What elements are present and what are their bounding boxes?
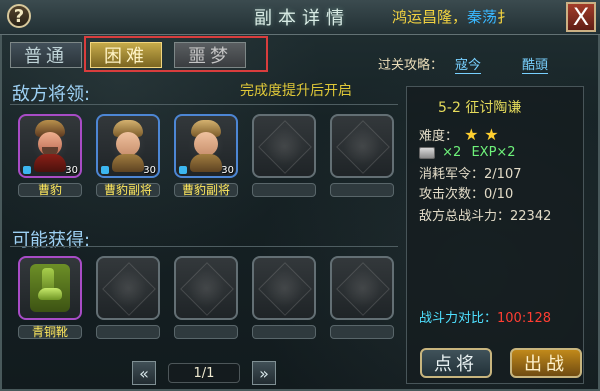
double-right-icon: »	[259, 363, 269, 383]
power-compare-line: 战斗力对比：100:128	[419, 307, 551, 326]
battle-button[interactable]: 出战	[510, 348, 582, 378]
guide-label: 过关攻略：	[378, 58, 444, 73]
difficulty-label: 难度：	[419, 129, 459, 144]
close-button[interactable]: X	[566, 2, 596, 32]
banner-prefix: 鸿运昌隆，	[392, 8, 468, 26]
reward-name-3	[174, 325, 238, 339]
enemy-name-3: 曹豹副将	[174, 183, 238, 197]
reward-card-1[interactable]	[18, 256, 82, 320]
page-indicator: 1/1	[168, 363, 240, 383]
reward-multiplier-line: ×2 EXP×2	[419, 145, 516, 160]
double-left-icon: «	[139, 363, 149, 383]
cost-line: 消耗军令：2/107	[419, 163, 521, 182]
reward-card-4	[252, 256, 316, 320]
enemy-level-1: 30	[65, 165, 78, 176]
enemy-card-3[interactable]: 30	[174, 114, 238, 178]
reward-card-2	[96, 256, 160, 320]
attack-count-label: 攻击次数：	[419, 187, 485, 202]
enemy-level-2: 30	[143, 165, 156, 176]
enemy-card-1[interactable]: 30	[18, 114, 82, 178]
stage-title: 5-2 征讨陶谦	[438, 100, 522, 116]
enemy-name-4	[252, 183, 316, 197]
star-icon: ★	[484, 125, 499, 144]
enemy-power-label: 敌方总战斗力：	[419, 209, 511, 224]
reward-name-4	[252, 325, 316, 339]
enemy-card-2[interactable]: 30	[96, 114, 160, 178]
enemy-name-1: 曹豹	[18, 183, 82, 197]
cost-value: 2/107	[484, 167, 522, 182]
enemy-level-3: 30	[221, 165, 234, 176]
attack-count-value: 0/10	[484, 187, 514, 202]
prev-page-button[interactable]: «	[132, 361, 156, 385]
enemy-power-line: 敌方总战斗力：22342	[419, 205, 551, 224]
banner-name: 秦荡	[467, 8, 498, 26]
reward-card-3	[174, 256, 238, 320]
unit-type-icon	[23, 166, 31, 174]
power-compare-value: 100:128	[497, 311, 552, 326]
recruit-button[interactable]: 点将	[420, 348, 492, 378]
enemy-card-5	[330, 114, 394, 178]
help-icon: ?	[13, 5, 25, 27]
unit-type-icon	[179, 166, 187, 174]
reward-divider	[10, 246, 398, 247]
reward-name-5	[330, 325, 394, 339]
tab-nightmare[interactable]: 噩梦	[174, 42, 246, 68]
enemy-name-5	[330, 183, 394, 197]
page-title: 副本详情	[254, 8, 350, 29]
exp-multiplier: EXP×2	[471, 145, 516, 160]
reward-name-1: 青铜靴	[18, 325, 82, 339]
difficulty-line: 难度： ★ ★	[419, 125, 499, 145]
star-icon: ★	[464, 125, 479, 144]
equipment-multiplier: ×2	[442, 145, 462, 160]
enemy-generals-title: 敌方将领:	[12, 84, 91, 105]
reward-name-2	[96, 325, 160, 339]
close-icon: X	[572, 3, 590, 31]
banner-suffix: 扌	[497, 8, 513, 26]
reward-card-5	[330, 256, 394, 320]
stage-info-panel: 5-2 征讨陶谦 难度： ★ ★ ×2 EXP×2 消耗军令：2/107 攻击次…	[406, 86, 584, 384]
possible-rewards-title: 可能获得:	[12, 230, 91, 251]
unlock-notice: 完成度提升后开启	[240, 83, 352, 99]
enemy-card-4	[252, 114, 316, 178]
enemy-divider	[10, 104, 398, 105]
enemy-power-value: 22342	[510, 209, 552, 224]
next-page-button[interactable]: »	[252, 361, 276, 385]
guide-link-2[interactable]: 酷頭	[522, 54, 549, 74]
help-button[interactable]: ?	[7, 4, 31, 28]
tab-normal[interactable]: 普通	[10, 42, 82, 68]
tab-hard[interactable]: 困难	[90, 42, 162, 68]
power-compare-label: 战斗力对比：	[419, 311, 498, 326]
enemy-name-2: 曹豹副将	[96, 183, 160, 197]
attack-count-line: 攻击次数：0/10	[419, 183, 513, 202]
guide-link-1[interactable]: 寇今	[455, 54, 482, 74]
cost-label: 消耗军令：	[419, 167, 485, 182]
scrolling-banner: 鸿运昌隆，秦荡扌	[392, 6, 560, 26]
unit-type-icon	[101, 166, 109, 174]
bronze-boots-icon	[30, 264, 70, 312]
reward-pager: « 1/1 »	[132, 361, 276, 385]
equipment-icon	[419, 146, 435, 159]
